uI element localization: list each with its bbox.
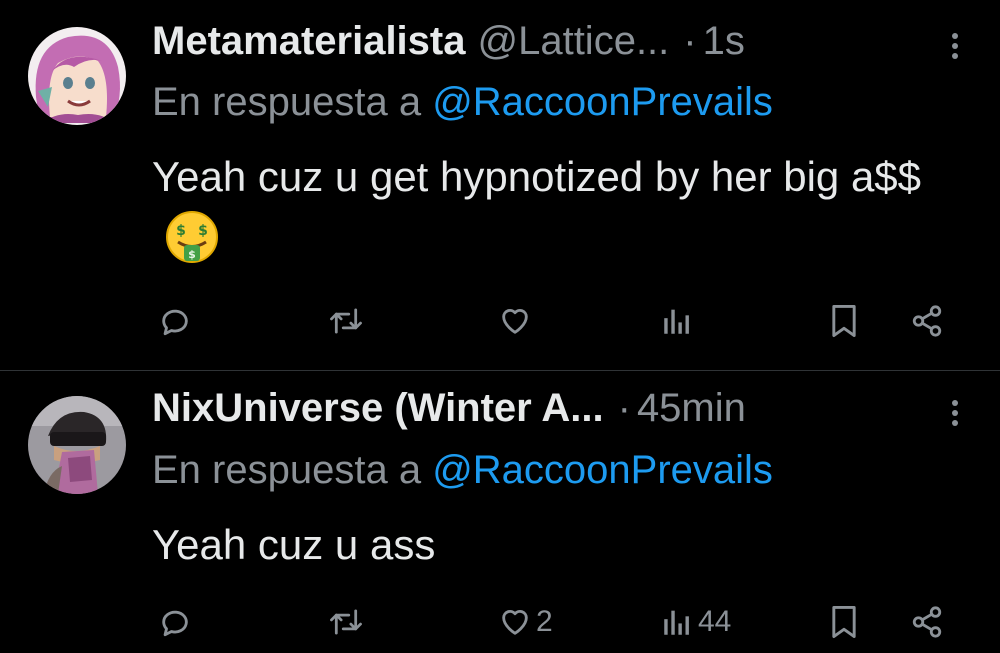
share-button[interactable] bbox=[910, 298, 944, 344]
tweet-text: Yeah cuz u ass bbox=[152, 514, 940, 576]
tweet-1[interactable]: Metamaterialista @Lattice... · 1s En res… bbox=[0, 0, 1000, 371]
tweet-actions bbox=[152, 298, 946, 344]
avatar[interactable] bbox=[28, 396, 126, 494]
reply-context: En respuesta a @RaccoonPrevails bbox=[152, 448, 773, 493]
bookmark-icon bbox=[832, 605, 856, 638]
tweet-header: NixUniverse (Winter A... · 45min bbox=[152, 385, 970, 431]
avatar[interactable] bbox=[28, 27, 126, 125]
more-options-icon[interactable] bbox=[940, 26, 970, 59]
author-name[interactable]: NixUniverse (Winter A... bbox=[152, 386, 604, 431]
views-button[interactable]: 44 bbox=[660, 599, 731, 645]
bookmark-icon bbox=[832, 305, 856, 337]
separator-dot: · bbox=[683, 18, 697, 63]
share-button[interactable] bbox=[910, 599, 944, 645]
like-button[interactable]: 2 bbox=[498, 599, 553, 645]
retweet-icon bbox=[330, 609, 362, 635]
reply-button[interactable] bbox=[158, 298, 192, 344]
svg-text:$: $ bbox=[188, 248, 196, 261]
reply-context: En respuesta a @RaccoonPrevails bbox=[152, 80, 773, 125]
share-icon bbox=[912, 606, 942, 638]
tweet-text-content: Yeah cuz u ass bbox=[152, 521, 436, 568]
tweet-text: Yeah cuz u get hypnotized by her big a$$… bbox=[152, 146, 940, 270]
reply-icon bbox=[162, 309, 188, 336]
reply-icon bbox=[162, 610, 188, 637]
bookmark-button[interactable] bbox=[828, 298, 860, 344]
author-name[interactable]: Metamaterialista bbox=[152, 19, 465, 64]
views-chart-icon bbox=[664, 610, 689, 635]
reply-button[interactable] bbox=[158, 599, 192, 645]
author-handle[interactable]: @Lattice... bbox=[477, 19, 669, 64]
reply-mention-link[interactable]: @RaccoonPrevails bbox=[432, 80, 773, 124]
bookmark-button[interactable] bbox=[828, 599, 860, 645]
heart-icon bbox=[502, 309, 528, 334]
heart-icon bbox=[502, 610, 528, 635]
share-icon bbox=[912, 305, 942, 337]
tweet-text-content: Yeah cuz u get hypnotized by her big a$$ bbox=[152, 153, 922, 200]
like-count: 2 bbox=[536, 605, 553, 638]
separator-dot: · bbox=[617, 385, 631, 430]
tweet-header: Metamaterialista @Lattice... · 1s bbox=[152, 18, 970, 64]
view-count: 44 bbox=[698, 605, 732, 638]
reply-prefix: En respuesta a bbox=[152, 448, 422, 492]
retweet-icon bbox=[330, 308, 362, 334]
tweet-2[interactable]: NixUniverse (Winter A... · 45min En resp… bbox=[0, 371, 1000, 653]
timestamp[interactable]: 45min bbox=[637, 386, 746, 431]
tweet-actions: 2 44 bbox=[152, 599, 946, 645]
svg-text:$: $ bbox=[176, 223, 186, 239]
like-button[interactable] bbox=[498, 298, 536, 344]
reply-prefix: En respuesta a bbox=[152, 80, 422, 124]
views-button[interactable] bbox=[660, 298, 698, 344]
retweet-button[interactable] bbox=[328, 298, 364, 344]
more-options-icon[interactable] bbox=[940, 393, 970, 426]
svg-text:$: $ bbox=[198, 223, 208, 239]
reply-mention-link[interactable]: @RaccoonPrevails bbox=[432, 448, 773, 492]
timestamp[interactable]: 1s bbox=[703, 19, 745, 64]
money-mouth-face-icon: $ $ $ bbox=[164, 209, 220, 265]
views-chart-icon bbox=[664, 309, 689, 334]
retweet-button[interactable] bbox=[328, 599, 364, 645]
